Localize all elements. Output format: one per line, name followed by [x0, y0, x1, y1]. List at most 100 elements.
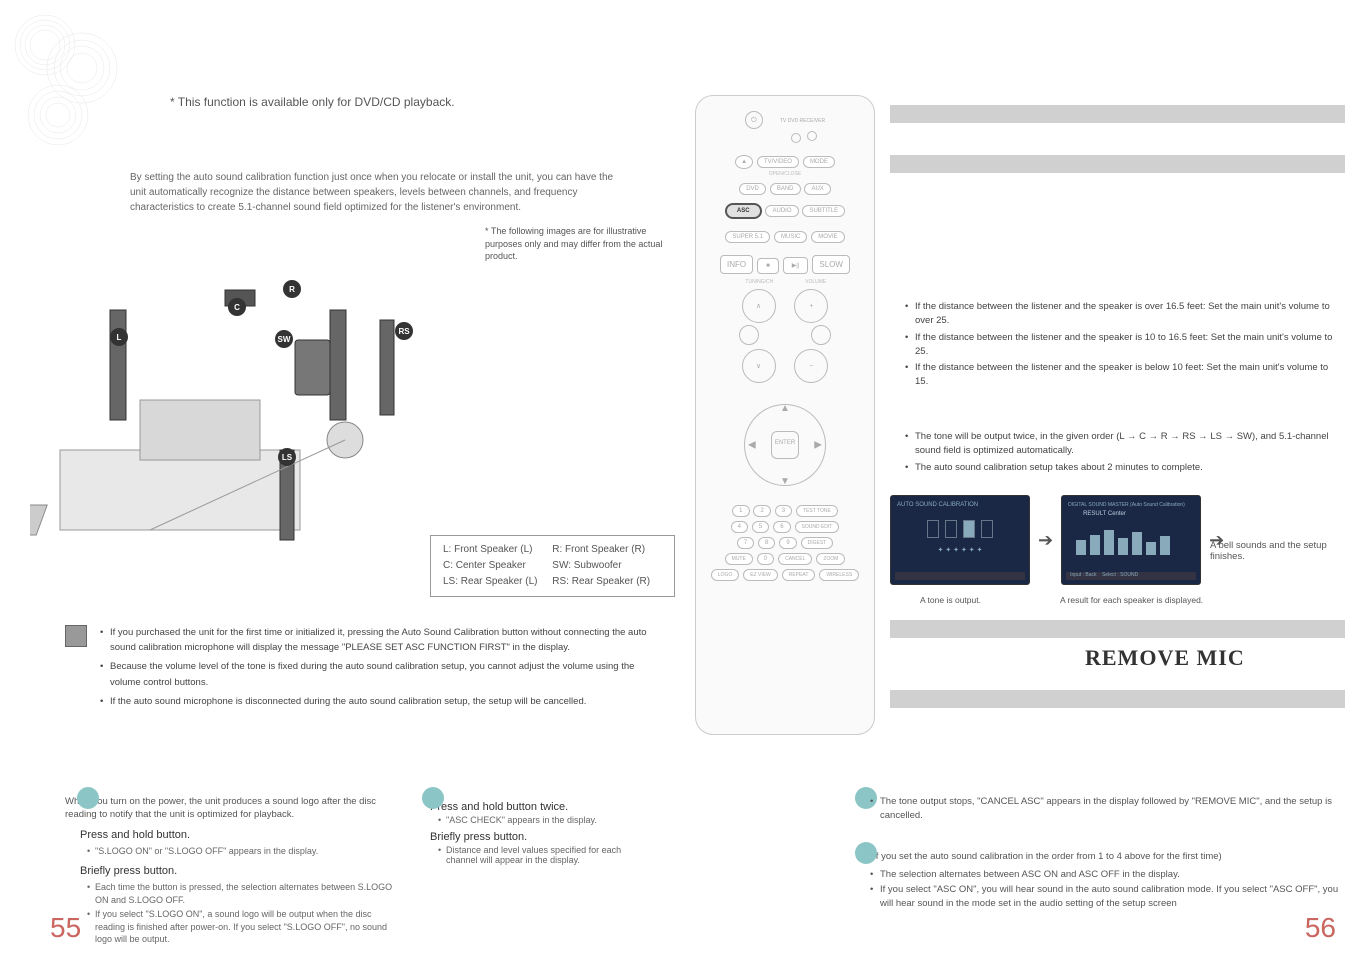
remote-round-button [811, 325, 831, 345]
page-number-left: 55 [50, 912, 81, 944]
remote-btn: TEST TONE [796, 505, 838, 517]
step-label: Briefly press button. [80, 864, 395, 879]
distance-volume-guide: If the distance between the listener and… [905, 300, 1335, 392]
guide-item: If the distance between the listener and… [905, 331, 1335, 360]
remote-btn: MUTE [725, 553, 753, 565]
gray-bar [890, 155, 1345, 173]
legend-sw: SW: Subwoofer [552, 558, 650, 574]
remote-btn: MUSIC [774, 231, 807, 243]
remote-num-button: 9 [779, 537, 796, 549]
cancel-text: •The tone output stops, "CANCEL ASC" app… [870, 795, 1340, 824]
remote-btn: DVD [739, 183, 766, 195]
intro-text: By setting the auto sound calibration fu… [130, 170, 620, 215]
speaker-setup-diagram: R C L SW RS LS [30, 250, 430, 550]
remote-slow-button: SLOW [812, 255, 850, 274]
remote-volume-up-icon: + [794, 289, 828, 323]
remote-btn: BAND [770, 183, 801, 195]
step-label: Press and hold button. [80, 828, 395, 843]
result-box-sub: RESULT Center [1083, 511, 1194, 517]
remote-num-button: 1 [732, 505, 749, 517]
speaker-label-r: R [283, 280, 301, 298]
section-marker [422, 787, 444, 809]
bell-finish-text: A bell sounds and the setup finishes. [1210, 540, 1340, 562]
remote-arrow-left-icon: ◀ [748, 440, 756, 451]
page-number-right: 56 [1305, 912, 1336, 944]
remote-num-button: 3 [775, 505, 792, 517]
swirl-decoration [10, 10, 130, 150]
diagram-note-text: The following images are for illustrativ… [485, 226, 662, 261]
result-display-row: AUTO SOUND CALIBRATION ✦ ✦ ✦ ✦ ✦ ✦ ➔ DIG… [890, 495, 1224, 585]
remote-num-button: 7 [737, 537, 754, 549]
notes-section: If you purchased the unit for the first … [100, 625, 650, 713]
speaker-label-l: L [110, 328, 128, 346]
remote-btn: DIGEST [801, 537, 834, 549]
result-box-speaker: DIGITAL SOUND MASTER (Auto Sound Calibra… [1061, 495, 1201, 585]
step-label: Briefly press button. [430, 831, 650, 843]
remote-info-button: INFO [720, 255, 753, 274]
remove-mic-label: REMOVE MIC [1085, 645, 1245, 671]
tone-output-info: The tone will be output twice, in the gi… [905, 430, 1335, 477]
note-item: If you purchased the unit for the first … [100, 625, 650, 655]
legend-ls: LS: Rear Speaker (L) [443, 574, 538, 590]
remote-arrow-up-icon: ▲ [780, 403, 790, 414]
legend-r: R: Front Speaker (R) [552, 542, 650, 558]
remote-round-button [739, 325, 759, 345]
asc-onoff-section: (If you set the auto sound calibration i… [870, 850, 1340, 911]
remote-btn: ZOOM [816, 553, 845, 565]
tone-info-item: The tone will be output twice, in the gi… [905, 430, 1335, 459]
asc-onoff-item: The selection alternates between ASC ON … [870, 868, 1340, 882]
result-caption-tone: A tone is output. [920, 595, 981, 605]
step-detail: "ASC CHECK" appears in the display. [438, 815, 650, 825]
gray-bar [890, 690, 1345, 708]
remote-btn: AUDIO [765, 205, 798, 217]
power-icon: ⏻ [745, 111, 763, 129]
sound-edit-intro: When you turn on the power, the unit pro… [65, 795, 395, 822]
section-marker [77, 787, 99, 809]
remote-arrow-right-icon: ▶ [814, 440, 822, 451]
speaker-label-c: C [228, 298, 246, 316]
asc-onoff-intro: (If you set the auto sound calibration i… [870, 850, 1340, 864]
cancel-section: •The tone output stops, "CANCEL ASC" app… [870, 795, 1340, 824]
remote-btn: AUX [804, 183, 830, 195]
section-marker [855, 842, 877, 864]
note-item: Because the volume level of the tone is … [100, 659, 650, 689]
remote-enter-button: ENTER [771, 431, 799, 459]
remote-control-graphic: ⏻ TV DVD RECEIVER ▲ TV/VIDEO MODE OPEN/C… [695, 95, 875, 735]
remote-btn: MODE [803, 156, 835, 168]
notes-marker [65, 625, 87, 647]
speaker-label-rs: RS [395, 322, 413, 340]
remote-btn: EZ VIEW [743, 569, 778, 581]
step-label: Press and hold button twice. [430, 801, 650, 813]
remote-label: VOLUME [791, 279, 841, 285]
remote-num-button: 6 [773, 521, 790, 533]
remote-num-button: 2 [753, 505, 770, 517]
remote-eject-icon: ▲ [735, 155, 753, 169]
arrow-right-icon: ➔ [1038, 530, 1053, 551]
availability-note: * This function is available only for DV… [170, 95, 455, 109]
remote-mode-label: TV DVD RECEIVER [780, 118, 825, 124]
remote-btn: LOGO [711, 569, 739, 581]
step-detail: Each time the button is pressed, the sel… [87, 881, 395, 906]
remote-btn: TV/VIDEO [757, 156, 799, 168]
remote-stop-icon: ■ [757, 258, 779, 274]
remote-btn: WIRELESS [819, 569, 859, 581]
remote-btn: MOVIE [811, 231, 844, 243]
remote-btn: SUBTITLE [802, 205, 845, 217]
guide-item: If the distance between the listener and… [905, 300, 1335, 329]
result-caption-speaker: A result for each speaker is displayed. [1060, 595, 1203, 605]
result-box-title: AUTO SOUND CALIBRATION [897, 502, 1023, 508]
result-box-title: DIGITAL SOUND MASTER (Auto Sound Calibra… [1068, 502, 1194, 508]
remote-play-pause-icon: ▶|| [783, 257, 809, 274]
check-section: Press and hold button twice. "ASC CHECK"… [430, 795, 650, 867]
remote-label: TUNING/CH [729, 279, 789, 285]
sound-edit-section: When you turn on the power, the unit pro… [65, 795, 395, 948]
legend-rs: RS: Rear Speaker (R) [552, 574, 650, 590]
remote-num-button: 4 [731, 521, 748, 533]
remote-btn: SUPER 5.1 [725, 231, 770, 243]
remote-btn: SOUND EDIT [795, 521, 840, 533]
step-detail: Distance and level values specified for … [438, 845, 650, 865]
legend-c: C: Center Speaker [443, 558, 538, 574]
diagram-note-prefix: * [485, 226, 489, 236]
remote-tuning-down-icon: ∨ [742, 349, 776, 383]
remote-volume-down-icon: − [794, 349, 828, 383]
